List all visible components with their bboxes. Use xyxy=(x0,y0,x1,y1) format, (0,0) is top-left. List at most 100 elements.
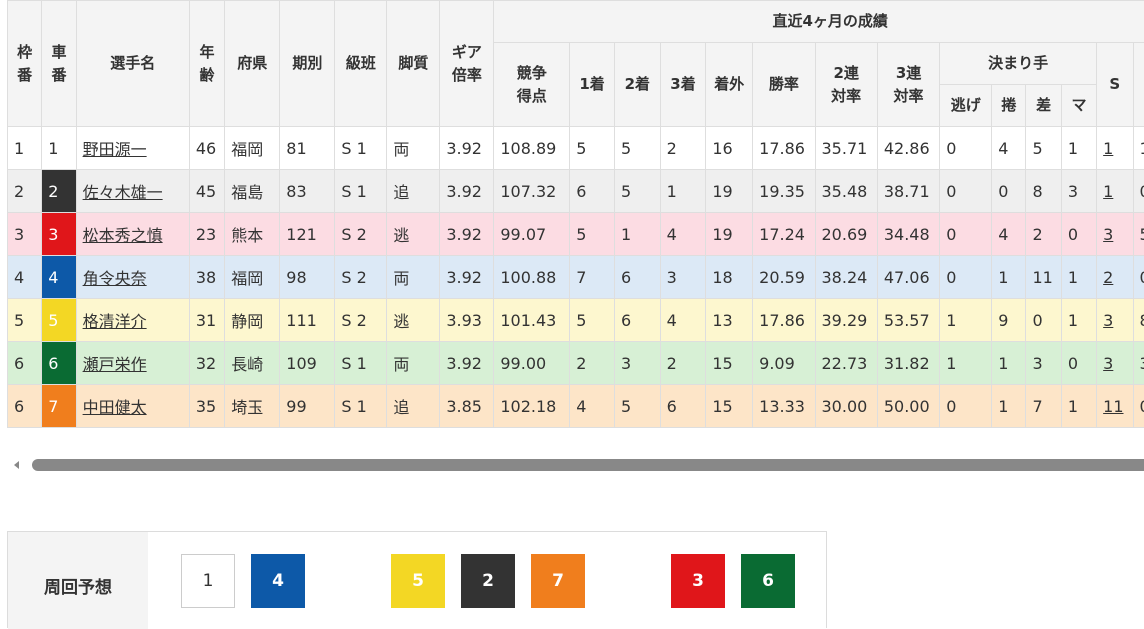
cell-gear: 3.92 xyxy=(440,213,494,256)
cell-gear: 3.92 xyxy=(440,342,494,385)
table-row: 11野田源一46福岡81S 1両3.92108.895521617.8635.7… xyxy=(8,127,1144,170)
cell-cls: S 1 xyxy=(335,170,387,213)
car-number-badge: 6 xyxy=(42,342,76,385)
cell-out: 16 xyxy=(706,127,753,170)
cell-pref: 福島 xyxy=(225,170,280,213)
col-s: S xyxy=(1097,43,1133,127)
col-class: 級班 xyxy=(335,1,387,127)
cell-win: 20.59 xyxy=(753,256,815,299)
cell-c1: 2 xyxy=(570,342,615,385)
cell-b: 1 xyxy=(1133,127,1144,170)
cell-c3: 2 xyxy=(660,342,706,385)
s-count-link[interactable]: 3 xyxy=(1103,354,1113,373)
col-win-rate: 勝率 xyxy=(753,43,815,127)
cell-b: 3 xyxy=(1133,342,1144,385)
car-number-badge: 3 xyxy=(42,213,76,256)
cell-term: 81 xyxy=(280,127,335,170)
racer-name-link[interactable]: 野田源一 xyxy=(83,140,147,159)
cell-nige: 1 xyxy=(940,299,992,342)
s-count-cell: 1 xyxy=(1097,170,1133,213)
cell-makuri: 1 xyxy=(992,256,1026,299)
s-count-link[interactable]: 3 xyxy=(1103,311,1113,330)
cell-mark: 1 xyxy=(1061,256,1096,299)
cell-style: 両 xyxy=(387,256,440,299)
cell-waku: 3 xyxy=(8,213,42,256)
col-ren2: 2連対率 xyxy=(815,43,877,127)
table-row: 33松本秀之慎23熊本121S 2逃3.9299.075141917.2420.… xyxy=(8,213,1144,256)
racer-name-link[interactable]: 瀬戸栄作 xyxy=(83,355,147,374)
cell-r3: 38.71 xyxy=(877,170,939,213)
cell-b: 0 xyxy=(1133,170,1144,213)
col-style: 脚質 xyxy=(387,1,440,127)
col-makuri: 捲 xyxy=(992,85,1026,127)
cell-c3: 3 xyxy=(660,256,706,299)
col-b: B xyxy=(1133,43,1144,127)
cell-out: 18 xyxy=(706,256,753,299)
racer-name-cell: 中田健太 xyxy=(76,385,189,428)
cell-nige: 0 xyxy=(940,127,992,170)
cell-win: 17.86 xyxy=(753,127,815,170)
cell-score: 107.32 xyxy=(494,170,570,213)
cell-c1: 5 xyxy=(570,213,615,256)
racer-name-link[interactable]: 格清洋介 xyxy=(83,312,147,331)
cell-r3: 53.57 xyxy=(877,299,939,342)
racer-name-link[interactable]: 中田健太 xyxy=(83,398,147,417)
cell-nige: 0 xyxy=(940,256,992,299)
cell-sashi: 3 xyxy=(1026,342,1061,385)
racer-name-link[interactable]: 松本秀之慎 xyxy=(83,226,163,245)
cell-r2: 22.73 xyxy=(815,342,877,385)
s-count-link[interactable]: 1 xyxy=(1103,182,1113,201)
cell-pref: 長崎 xyxy=(225,342,280,385)
cell-pref: 福岡 xyxy=(225,127,280,170)
cell-sashi: 0 xyxy=(1026,299,1061,342)
scroll-left-arrow-icon[interactable] xyxy=(14,461,19,469)
cell-makuri: 0 xyxy=(992,170,1026,213)
col-mark: マ xyxy=(1061,85,1096,127)
cell-win: 17.86 xyxy=(753,299,815,342)
cell-mark: 3 xyxy=(1061,170,1096,213)
prediction-car-box: 3 xyxy=(671,554,725,608)
cell-win: 13.33 xyxy=(753,385,815,428)
horizontal-scrollbar[interactable] xyxy=(10,458,1144,472)
col-waku: 枠番 xyxy=(8,1,42,127)
cell-r3: 47.06 xyxy=(877,256,939,299)
cell-gear: 3.85 xyxy=(440,385,494,428)
s-count-link[interactable]: 1 xyxy=(1103,139,1113,158)
cell-mark: 0 xyxy=(1061,213,1096,256)
cell-age: 38 xyxy=(189,256,224,299)
s-count-link[interactable]: 2 xyxy=(1103,268,1113,287)
cell-nige: 0 xyxy=(940,213,992,256)
col-outside: 着外 xyxy=(706,43,753,127)
cell-style: 追 xyxy=(387,170,440,213)
s-count-link[interactable]: 11 xyxy=(1103,397,1123,416)
cell-c3: 4 xyxy=(660,213,706,256)
s-count-link[interactable]: 3 xyxy=(1103,225,1113,244)
cell-term: 109 xyxy=(280,342,335,385)
cell-r2: 35.48 xyxy=(815,170,877,213)
cell-age: 46 xyxy=(189,127,224,170)
cell-sashi: 11 xyxy=(1026,256,1061,299)
col-gear: ギア倍率 xyxy=(440,1,494,127)
cell-r3: 34.48 xyxy=(877,213,939,256)
cell-nige: 0 xyxy=(940,170,992,213)
cell-style: 追 xyxy=(387,385,440,428)
scrollbar-thumb[interactable] xyxy=(32,459,1144,471)
cell-c2: 6 xyxy=(614,256,660,299)
cell-b: 0 xyxy=(1133,256,1144,299)
cell-r2: 35.71 xyxy=(815,127,877,170)
table-row: 66瀬戸栄作32長崎109S 1両3.9299.00232159.0922.73… xyxy=(8,342,1144,385)
s-count-cell: 3 xyxy=(1097,299,1133,342)
cell-nige: 1 xyxy=(940,342,992,385)
cell-mark: 0 xyxy=(1061,342,1096,385)
cell-sashi: 5 xyxy=(1026,127,1061,170)
racer-name-link[interactable]: 佐々木雄一 xyxy=(83,183,163,202)
prediction-car-box: 5 xyxy=(391,554,445,608)
cell-age: 31 xyxy=(189,299,224,342)
cell-b: 5 xyxy=(1133,213,1144,256)
cell-score: 101.43 xyxy=(494,299,570,342)
cell-age: 35 xyxy=(189,385,224,428)
cell-r2: 30.00 xyxy=(815,385,877,428)
racer-name-link[interactable]: 角令央奈 xyxy=(83,269,147,288)
cell-pref: 福岡 xyxy=(225,256,280,299)
cell-term: 98 xyxy=(280,256,335,299)
